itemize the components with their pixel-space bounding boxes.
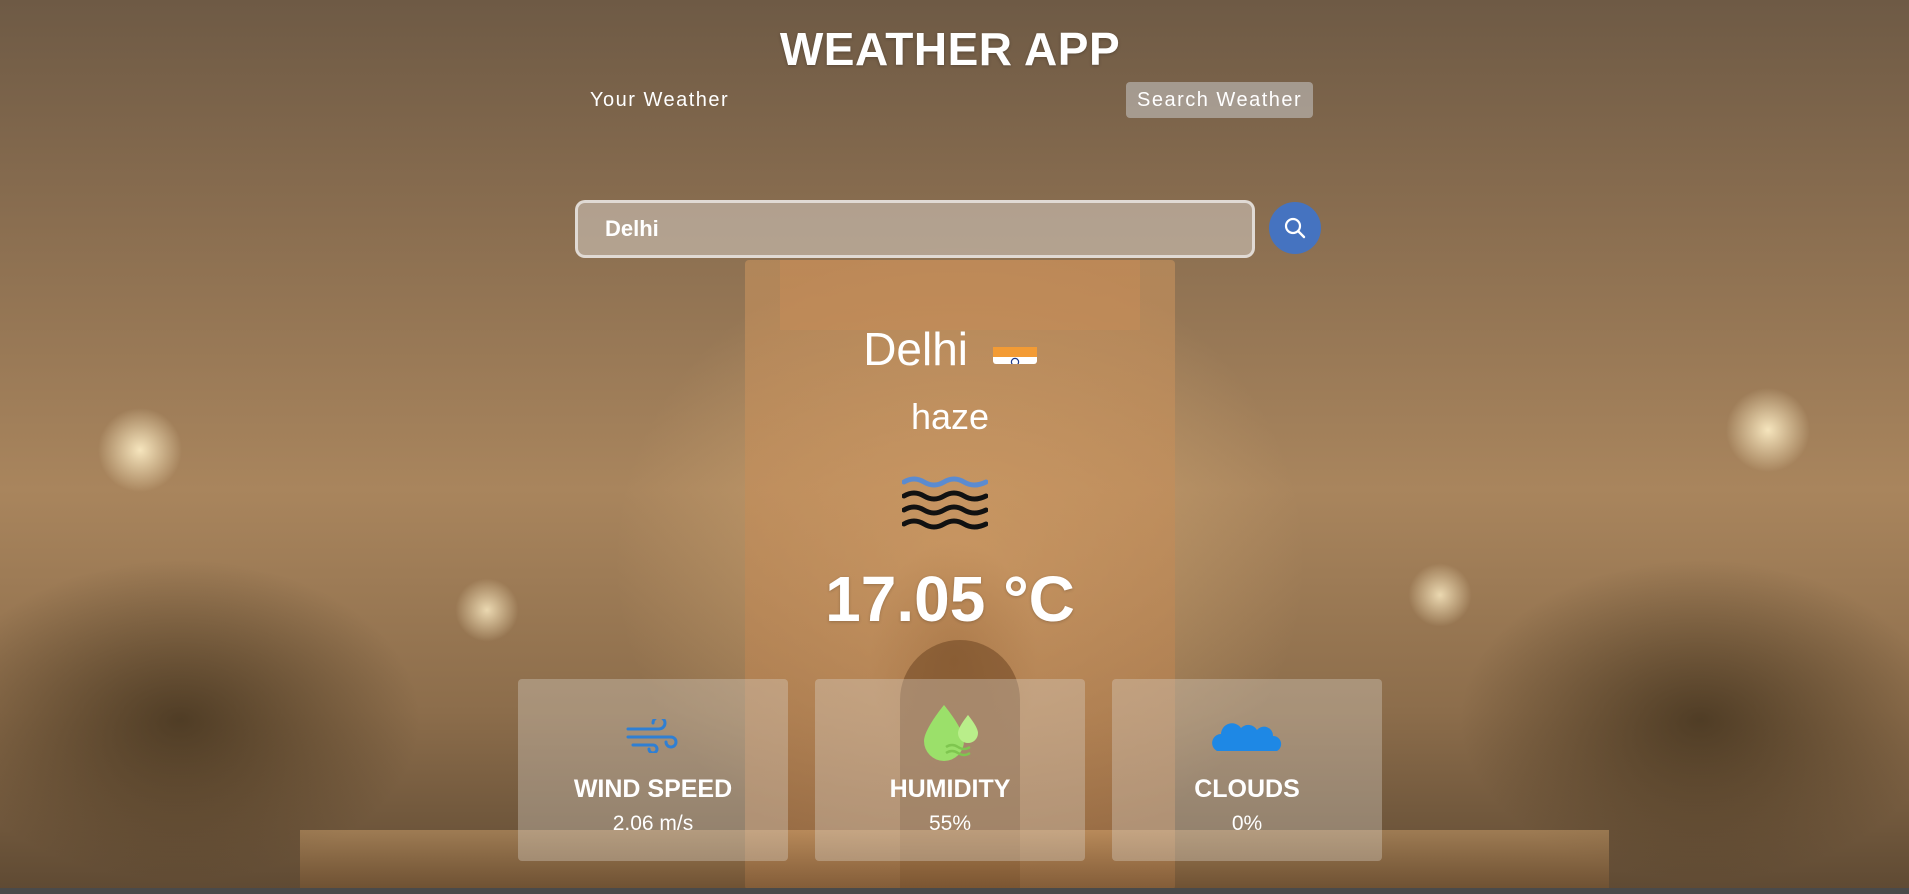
clouds-value: 0% bbox=[1231, 812, 1263, 835]
humidity-value: 55% bbox=[928, 812, 972, 835]
city-name: Delhi bbox=[863, 323, 969, 375]
search-button[interactable] bbox=[1269, 202, 1321, 254]
humidity-label: HUMIDITY bbox=[889, 775, 1011, 803]
tab-search-weather[interactable]: Search Weather bbox=[1126, 82, 1314, 118]
wind-speed-card: WIND SPEED 2.06 m/s bbox=[518, 679, 788, 861]
wind-icon bbox=[626, 719, 678, 753]
wind-speed-value: 2.06 m/s bbox=[612, 812, 694, 835]
city-heading: Delhi bbox=[0, 322, 1900, 376]
app-title: WEATHER APP bbox=[779, 23, 1121, 75]
bottom-edge bbox=[0, 888, 1909, 894]
humidity-icon bbox=[924, 705, 978, 761]
tab-your-weather[interactable]: Your Weather bbox=[580, 82, 739, 118]
weather-condition: haze bbox=[910, 396, 990, 437]
humidity-card: HUMIDITY 55% bbox=[815, 679, 1085, 861]
search-input[interactable] bbox=[575, 200, 1255, 258]
cloud-icon bbox=[1212, 723, 1282, 751]
india-flag-icon bbox=[992, 334, 1037, 364]
background-monument-top bbox=[780, 260, 1140, 330]
wind-speed-label: WIND SPEED bbox=[573, 775, 733, 803]
clouds-label: CLOUDS bbox=[1194, 775, 1300, 803]
haze-icon bbox=[902, 476, 988, 530]
search-icon bbox=[1284, 217, 1306, 239]
clouds-card: CLOUDS 0% bbox=[1112, 679, 1382, 861]
temperature: 17.05 °C bbox=[825, 563, 1075, 635]
